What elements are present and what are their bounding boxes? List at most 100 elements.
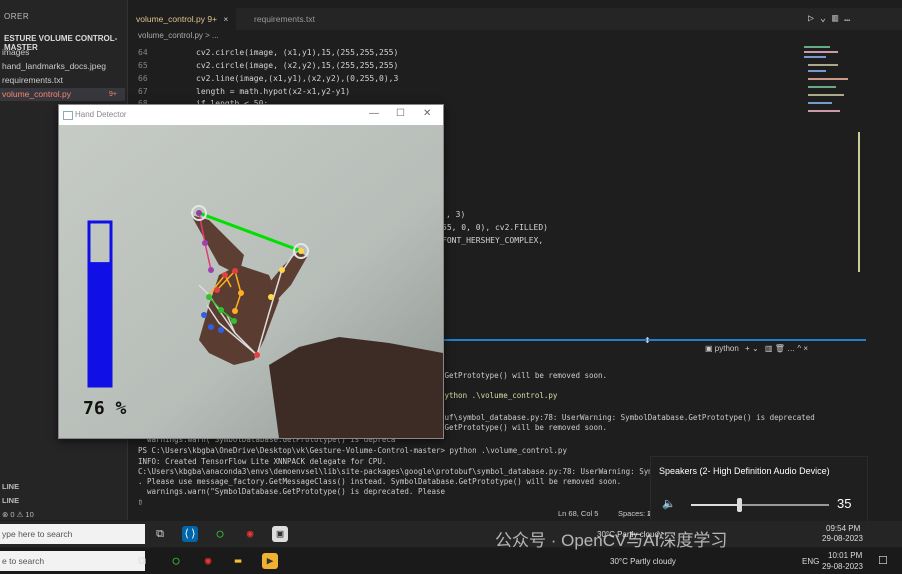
status-bar: Ln 68, Col 5 Spaces: 2 U (128, 509, 658, 521)
code-fragment[interactable]: , 3) (446, 210, 465, 219)
terminal-line: PS C:\Users\kbgba\OneDrive\Desktop\vk\Ge… (138, 446, 567, 455)
tab-requirements[interactable]: requirements.txt (246, 8, 323, 30)
window-titlebar[interactable]: Hand Detector — ☐ ✕ (59, 105, 443, 125)
chrome-icon[interactable]: ◉ (242, 526, 258, 542)
tab-label: volume_control.py 9+ (136, 14, 218, 24)
landmark-point (218, 327, 224, 333)
new-terminal-button[interactable]: + (745, 344, 750, 353)
problems-status[interactable]: ⊗ 0 ⚠ 10 (2, 510, 34, 519)
landmark-point (232, 308, 238, 314)
more-icon[interactable]: … (787, 344, 795, 353)
tab-volume-control[interactable]: volume_control.py 9+ × (128, 8, 237, 30)
clock-date[interactable]: 29-08-2023 (822, 562, 863, 571)
shell-name[interactable]: python (715, 344, 739, 353)
app-icon[interactable]: ◯ (212, 526, 228, 542)
timeline-section[interactable]: LINE (2, 496, 19, 505)
search-box[interactable]: ype here to search (0, 524, 145, 544)
speaker-icon[interactable]: 🔈 (662, 497, 676, 510)
volume-percent-label: 76 % (83, 398, 127, 419)
file-label: requirements.txt (2, 75, 63, 85)
hand-detector-window[interactable]: Hand Detector — ☐ ✕ 76 % (58, 104, 444, 439)
code-line[interactable]: length = math.hypot(x2-x1,y2-y1) (196, 87, 350, 96)
volume-value: 35 (837, 496, 852, 511)
maximize-panel-icon[interactable]: ^ (797, 344, 801, 353)
maximize-button[interactable]: ☐ (396, 108, 405, 119)
resize-cursor-icon: ↕ (644, 333, 651, 346)
folder-icon[interactable]: ▬ (230, 553, 246, 569)
clock-time[interactable]: 10:01 PM (828, 551, 862, 560)
volume-slider[interactable] (691, 498, 829, 512)
close-icon[interactable]: × (223, 14, 228, 24)
terminal-dropdown-icon[interactable]: ⌄ (752, 344, 759, 353)
file-item-volume-control[interactable]: volume_control.py 9+ (0, 88, 125, 101)
explorer-header: ORER (4, 12, 30, 21)
task-view-icon[interactable]: ⧉ (152, 526, 168, 542)
problem-badge: 9+ (109, 91, 117, 98)
taskbar-top: ype here to search ⧉ ⟨⟩ ◯ ◉ ▣ 30°C Partl… (0, 521, 902, 547)
terminal-line: .GetPrototype() will be removed soon. (440, 371, 608, 380)
media-app-icon[interactable]: ▶ (262, 553, 278, 569)
notification-icon[interactable]: ☐ (878, 554, 888, 567)
terminal-toolbar: ▣ python + ⌄ ▥ 🗑 … ^ × (705, 344, 865, 360)
close-panel-icon[interactable]: × (803, 344, 808, 353)
volume-bar-fill (89, 262, 111, 386)
minimap[interactable] (800, 42, 860, 282)
file-label: images (2, 47, 30, 57)
line-number: 67 (138, 87, 148, 96)
terminal-line: warnings.warn("SymbolDatabase.GetPrototy… (138, 487, 446, 496)
code-line[interactable]: cv2.circle(image, (x1,y1),15,(255,255,25… (196, 48, 398, 57)
file-item-images[interactable]: images (0, 46, 125, 59)
terminal-line: C:\Users\kbgba\anaconda3\envs\demoenvsel… (138, 467, 671, 476)
indent-setting[interactable]: Spaces: 2 (618, 509, 651, 518)
window-thumbnail-icon[interactable]: ▣ (272, 526, 288, 542)
landmark-point (231, 318, 237, 324)
task-view-icon[interactable]: ⧉ (134, 553, 150, 569)
language-indicator[interactable]: ENG (802, 557, 819, 566)
landmark-point (214, 287, 220, 293)
window-title: Hand Detector (75, 110, 127, 119)
breadcrumb[interactable]: volume_control.py > ... (138, 31, 219, 40)
watermark: 公众号 · OpenCV与AI深度学习 (495, 531, 728, 550)
audio-device-name[interactable]: Speakers (2- High Definition Audio Devic… (659, 466, 830, 476)
terminal-icon: ▣ (705, 344, 715, 353)
outline-section[interactable]: LINE (2, 482, 19, 491)
panel-splitter[interactable] (440, 339, 866, 341)
file-label: volume_control.py (2, 89, 71, 99)
line-number: 64 (138, 48, 148, 57)
landmark-point (279, 267, 285, 273)
chrome-icon[interactable]: ◉ (200, 553, 216, 569)
clock-date[interactable]: 29-08-2023 (822, 534, 863, 543)
terminal-cursor[interactable]: ▯ (138, 497, 143, 506)
landmark-point (298, 248, 304, 254)
cursor-position[interactable]: Ln 68, Col 5 (558, 509, 598, 518)
file-label: hand_landmarks_docs.jpeg (2, 61, 106, 71)
line-number: 66 (138, 74, 148, 83)
landmark-point (196, 210, 202, 216)
code-fragment[interactable]: FONT_HERSHEY_COMPLEX, (442, 236, 543, 245)
wrist-point (254, 352, 260, 358)
split-terminal-icon[interactable]: ▥ (765, 344, 773, 353)
file-item-requirements[interactable]: requirements.txt (0, 74, 125, 87)
landmark-point (208, 267, 214, 273)
code-line[interactable]: cv2.line(image,(x1,y1),(x2,y2),(0,255,0)… (196, 74, 398, 83)
clock-time[interactable]: 09:54 PM (826, 524, 860, 533)
trash-icon[interactable]: 🗑 (775, 344, 785, 353)
code-line[interactable]: cv2.circle(image, (x2,y2),15,(255,255,25… (196, 61, 398, 70)
landmark-point (222, 272, 228, 278)
weather-widget[interactable]: 30°C Partly cloudy (610, 557, 676, 566)
code-fragment[interactable]: 55, 0, 0), cv2.FILLED) (442, 223, 548, 232)
vscode-icon[interactable]: ⟨⟩ (182, 526, 198, 542)
landmark-point (208, 324, 214, 330)
search-box[interactable]: e to search (0, 551, 145, 571)
line-number: 65 (138, 61, 148, 70)
search-placeholder: e to search (2, 556, 45, 566)
app-icon[interactable]: ◯ (168, 553, 184, 569)
close-button[interactable]: ✕ (423, 108, 431, 119)
run-icon[interactable]: ▷ ⌄ ▥ … (808, 13, 850, 24)
camera-feed (59, 125, 443, 438)
minimize-button[interactable]: — (369, 108, 379, 119)
terminal-line: buf\symbol_database.py:78: UserWarning: … (440, 413, 815, 422)
volume-slider-thumb[interactable] (737, 498, 743, 512)
file-item-hand-landmarks[interactable]: hand_landmarks_docs.jpeg (0, 60, 125, 73)
search-placeholder: ype here to search (2, 529, 73, 539)
